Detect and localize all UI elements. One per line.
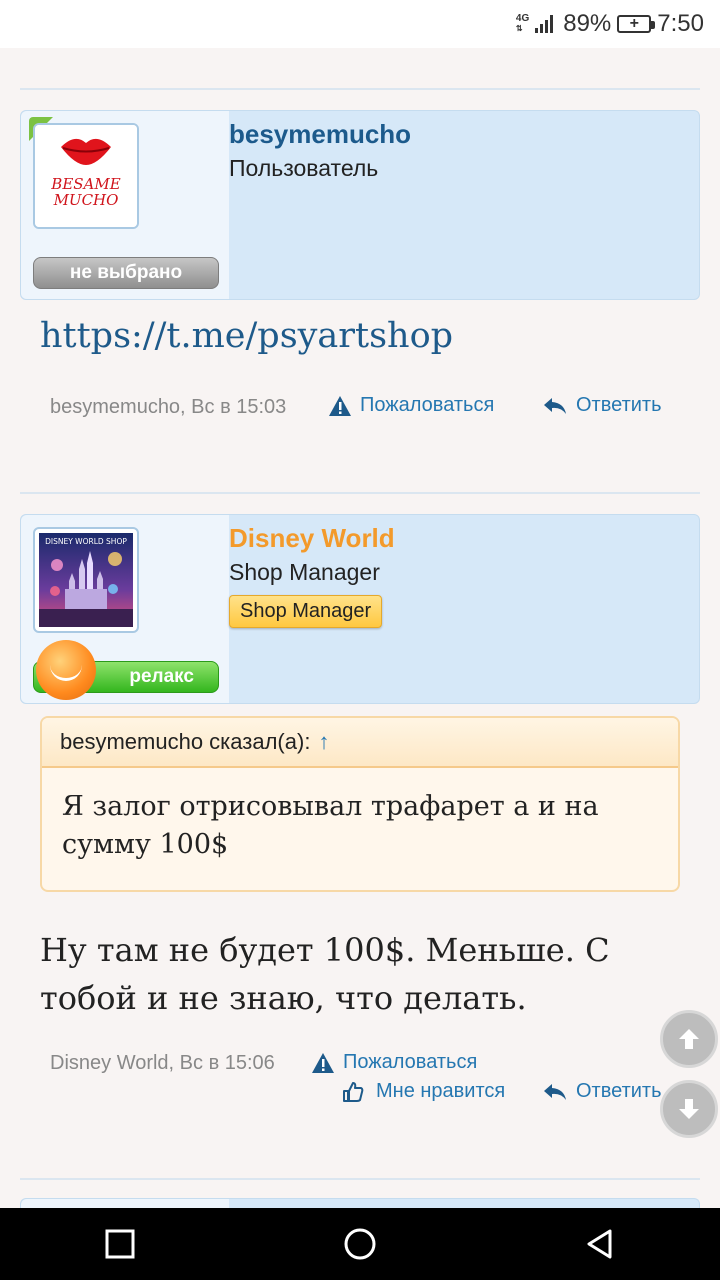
post-2-quote: besymemucho сказал(а): ↑ Я залог отрисов… [40,716,680,892]
divider [20,88,700,90]
post-1-status-badge[interactable]: не выбрано [33,257,219,289]
smiley-icon [36,640,96,700]
quote-author: besymemucho сказал(а): [60,729,311,754]
post-2-user-banner: Shop Manager [229,595,383,628]
post-1-user-title: Пользователь [229,155,379,181]
clock: 7:50 [657,10,704,37]
reply-icon [544,397,566,414]
arrow-down-icon [679,1099,699,1119]
castle-image-icon: DISNEY WORLD SHOP [39,533,133,627]
signal-icon [535,15,554,33]
lips-logo-icon: BESAME MUCHO [35,125,137,227]
system-navigation-bar [0,1208,720,1280]
arrow-up-icon [679,1029,699,1049]
post-2-meta[interactable]: Disney World, Вс в 15:06 [50,1052,275,1075]
post-2-username[interactable]: Disney World [229,523,395,554]
post-2-message: Ну там не будет 100$. Меньше. С тобой и … [40,931,610,1017]
reply-icon [544,1083,566,1100]
warning-icon [329,395,351,416]
post-2-avatar[interactable]: DISNEY WORLD SHOP [33,527,139,633]
post-1-report-button[interactable]: Пожаловаться [328,394,494,417]
battery-percent: 89% [563,10,612,37]
post-2-userbox: DISNEY WORLD SHOP релакс Disney World Sh… [20,514,700,704]
network-indicator: 4G ⇅ [515,13,530,34]
svg-text:DISNEY WORLD SHOP: DISNEY WORLD SHOP [45,537,127,546]
thumbs-up-icon [343,1081,364,1102]
home-icon[interactable] [342,1226,378,1262]
post-1-userbox: BESAME MUCHO не выбрано besymemucho Поль… [20,110,700,300]
scroll-down-button[interactable] [660,1080,718,1138]
post-2-status-badge[interactable]: релакс [33,640,219,700]
post-2-reply-button[interactable]: Ответить [542,1080,662,1103]
quote-header: besymemucho сказал(а): ↑ [42,718,678,768]
post-2-user-title: Shop Manager [229,559,380,585]
quote-jump-link[interactable]: ↑ [318,729,329,755]
recent-apps-icon[interactable] [103,1227,137,1261]
post-2-report-button[interactable]: Пожаловаться [311,1051,477,1074]
warning-icon [312,1052,334,1073]
post-1-link[interactable]: https://t.me/psyartshop [40,316,453,356]
divider [20,492,700,494]
post-1-meta[interactable]: besymemucho, Вс в 15:03 [50,396,286,419]
svg-text:MUCHO: MUCHO [53,191,119,209]
back-icon[interactable] [583,1227,617,1261]
post-1-username[interactable]: besymemucho [229,119,411,150]
post-2-like-button[interactable]: Мне нравится [342,1080,505,1103]
quote-text: Я залог отрисовывал трафарет а и на сумм… [62,791,599,860]
post-1-reply-button[interactable]: Ответить [542,394,662,417]
post-1-avatar[interactable]: BESAME MUCHO [33,123,139,229]
status-bar: 4G ⇅ 89% + 7:50 [0,0,720,48]
scroll-up-button[interactable] [660,1010,718,1068]
divider [20,1178,700,1180]
battery-icon: + [617,15,656,33]
